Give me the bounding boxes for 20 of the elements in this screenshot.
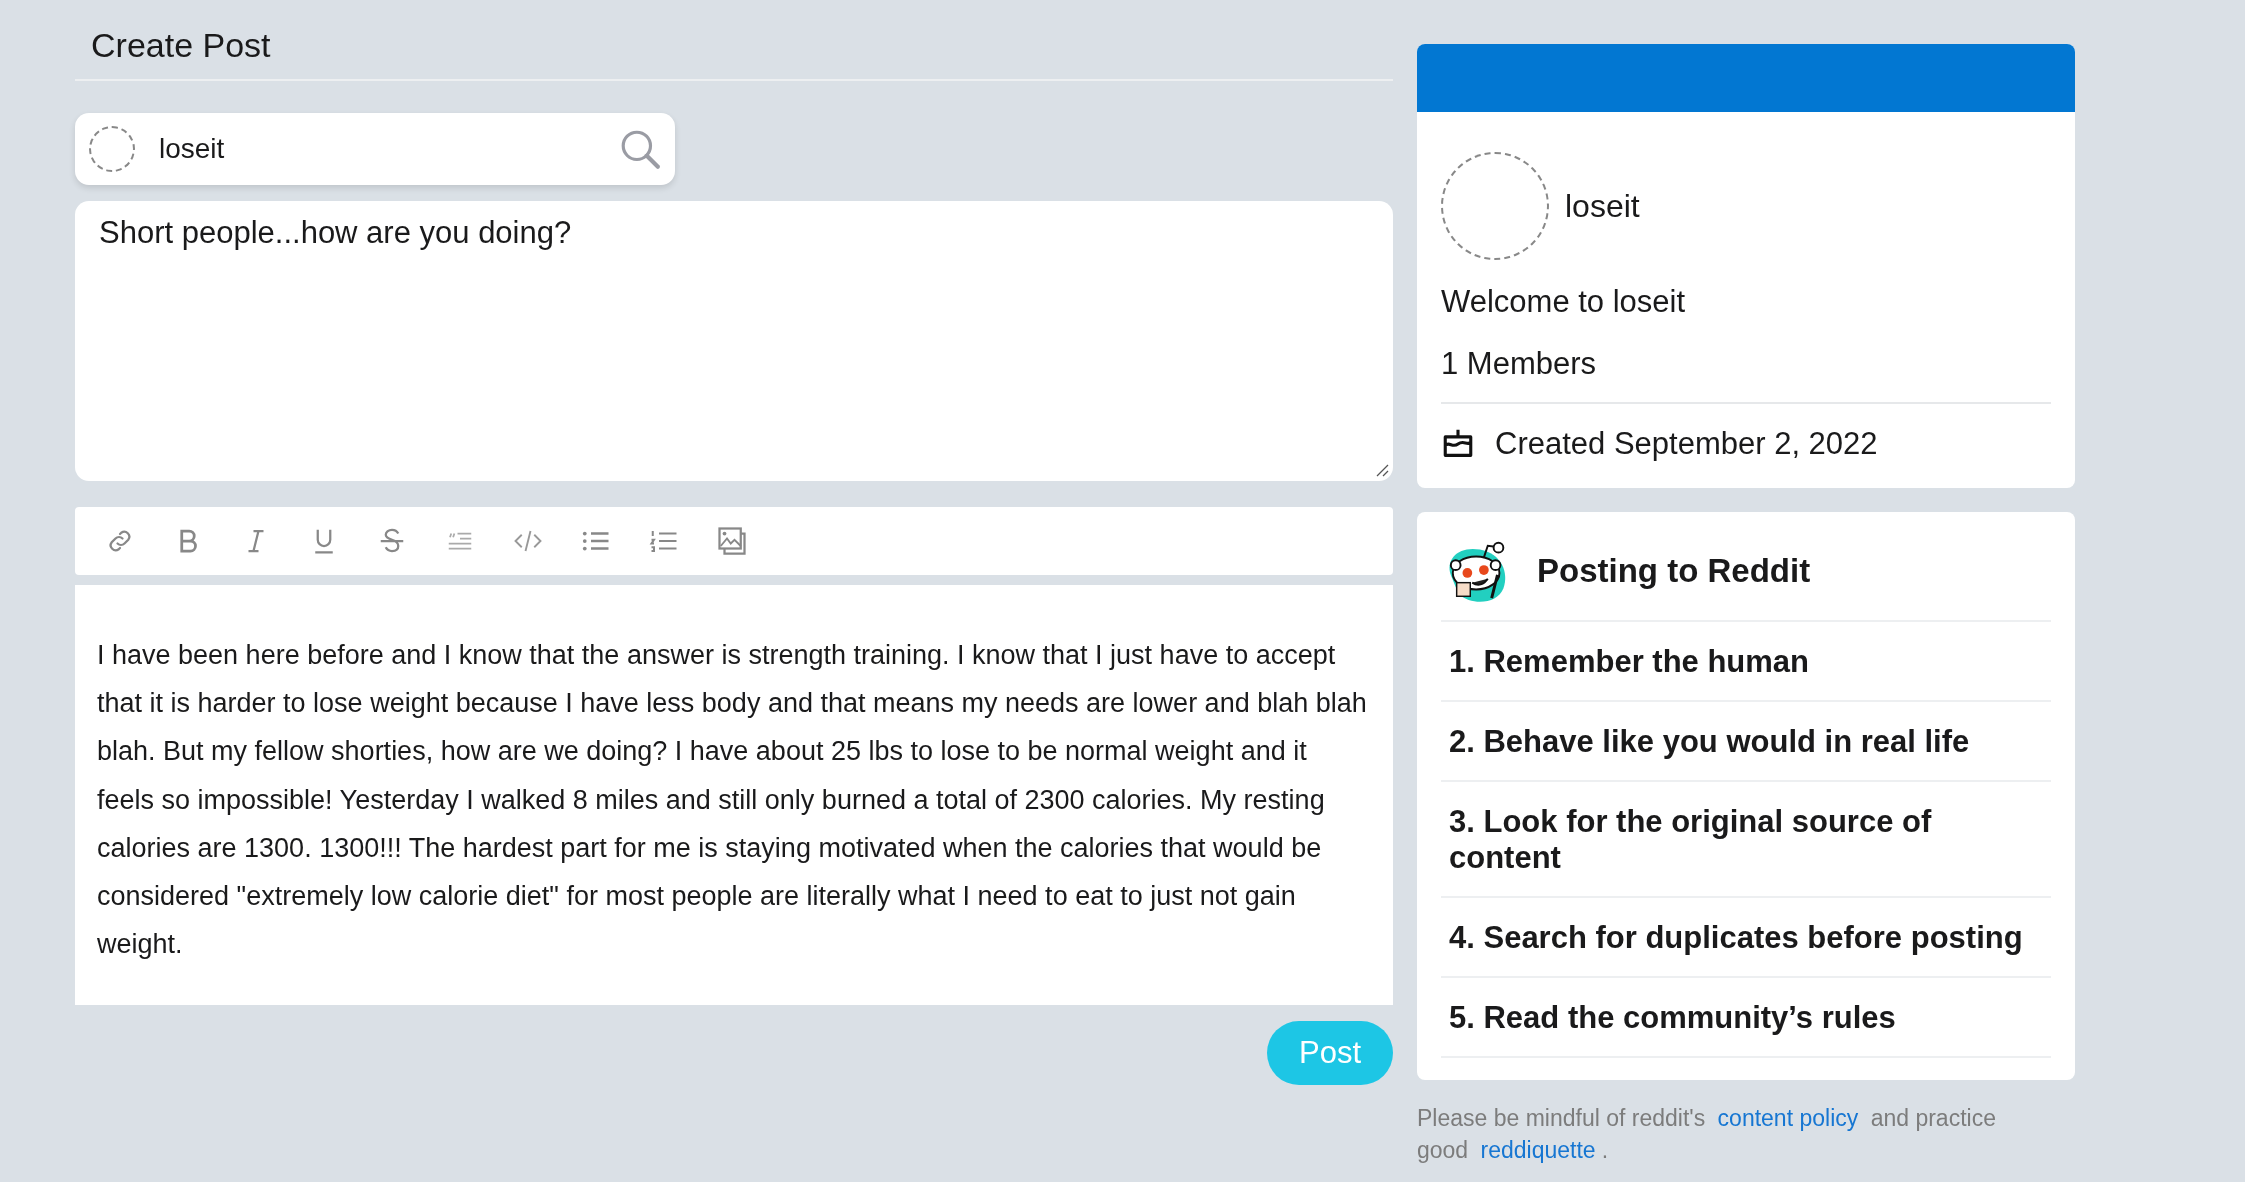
community-avatar-icon <box>89 126 135 172</box>
community-name: loseit <box>1565 187 1640 225</box>
community-avatar-icon <box>1441 152 1549 260</box>
search-icon[interactable] <box>619 128 661 170</box>
created-date: Created September 2, 2022 <box>1495 426 1878 462</box>
rule-text: 3. Look for the original source of content <box>1441 782 2051 898</box>
rule-text: 4. Search for duplicates before posting <box>1441 898 2051 978</box>
resize-handle-icon[interactable] <box>1375 463 1389 477</box>
welcome-text: Welcome to loseit <box>1441 284 1687 320</box>
rules-title: Posting to Reddit <box>1537 552 1811 590</box>
community-picker[interactable]: loseit <box>75 113 675 185</box>
member-count: 1 Members <box>1441 346 2051 404</box>
title-field[interactable]: Short people...how are you doing? <box>75 201 1393 481</box>
image-icon[interactable] <box>717 526 747 556</box>
footer-note: Please be mindful of reddit's content policy and practice good reddiquette . <box>1417 1104 1997 1165</box>
rule-text: 5. Read the community’s rules <box>1441 978 2051 1058</box>
page-title: Create Post <box>91 26 272 65</box>
rule-text: 1. Remember the human <box>1441 622 2051 702</box>
body-text-field[interactable]: I have been here before and I know that the answer is strength training. I know that I just have to accept that it is harder to lose weight because I have less body and that means my needs are lower and blah blah blah. But my fellow shorties, how are we doing? I have about 25 lbs to lose to be normal weight and it feels so impossible! Yesterday I walked 8 miles and still only burned a total of 2300 calories. My resting calories are 1300. 1300!!! The hardest part for me is staying motivated when the calories that would be considered "extremely low calorie diet" for most people are literally what I need to eat to just not gain weight. <box>75 585 1393 1005</box>
rule-text: 2. Behave like you would in real life <box>1441 702 2051 782</box>
